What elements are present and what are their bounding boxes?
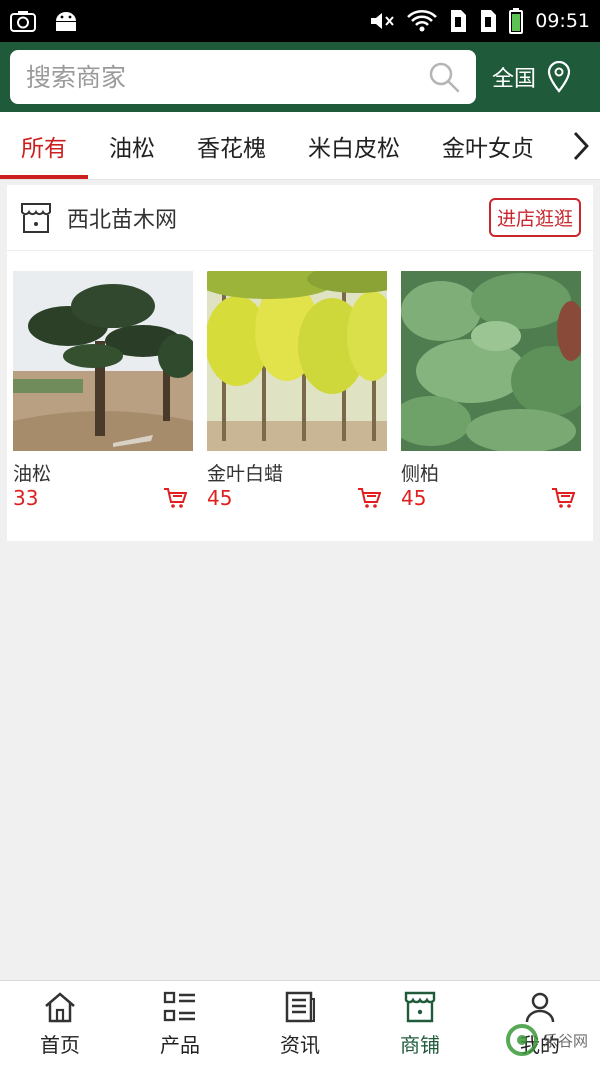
sim1-icon <box>451 10 467 32</box>
shop-card: 西北苗木网 进店逛逛 油松 33 金叶白蜡 45 侧柏 45 <box>7 185 593 541</box>
wifi-icon <box>407 10 438 32</box>
header: 全国 <box>0 42 600 112</box>
tab-golden-privet[interactable]: 金叶女贞 <box>421 112 555 179</box>
store-icon <box>21 202 51 233</box>
shop-name: 西北苗木网 <box>67 207 178 233</box>
nav-products-label: 产品 <box>160 1032 200 1057</box>
nav-shops[interactable]: 商铺 <box>360 981 480 1067</box>
battery-icon <box>509 8 524 34</box>
product-price: 33 <box>13 486 39 510</box>
enter-shop-button[interactable]: 进店逛逛 <box>488 198 581 237</box>
nav-news-label: 资讯 <box>280 1032 320 1057</box>
search-icon[interactable] <box>428 61 460 93</box>
sim2-icon <box>481 10 497 32</box>
user-icon[interactable] <box>524 991 556 1023</box>
nav-shops-label: 商铺 <box>400 1032 440 1057</box>
tab-white-bark-pine[interactable]: 米白皮松 <box>287 112 421 179</box>
watermark-logo-icon <box>505 1024 538 1056</box>
cart-icon[interactable] <box>357 487 381 509</box>
tab-fragrant-locust[interactable]: 香花槐 <box>176 112 287 179</box>
pine-tree-photo[interactable] <box>13 271 193 451</box>
region-label: 全国 <box>492 67 537 92</box>
product-item[interactable]: 油松 33 <box>13 271 193 510</box>
product-price: 45 <box>401 486 427 510</box>
nav-home[interactable]: 首页 <box>0 981 120 1067</box>
tab-all[interactable]: 所有 <box>0 112 88 179</box>
home-icon[interactable] <box>43 991 77 1023</box>
cart-icon[interactable] <box>163 487 187 509</box>
nav-news[interactable]: 资讯 <box>240 981 360 1067</box>
list-icon[interactable] <box>163 991 197 1023</box>
search-input[interactable] <box>26 62 428 92</box>
status-time: 09:51 <box>535 10 590 32</box>
region-selector[interactable]: 全国 <box>492 61 574 93</box>
category-tabs: 所有 油松 香花槐 米白皮松 金叶女贞 <box>0 112 600 180</box>
product-price: 45 <box>207 486 233 510</box>
golden-ash-trees-photo[interactable] <box>207 271 387 451</box>
watermark-text: 乐谷网 <box>542 1031 588 1050</box>
mute-icon <box>371 13 394 29</box>
location-icon <box>547 61 571 93</box>
tab-chinese-pine[interactable]: 油松 <box>88 112 176 179</box>
product-name: 侧柏 <box>401 463 440 485</box>
status-bar: 09:51 <box>0 0 600 42</box>
nav-home-label: 首页 <box>40 1032 80 1057</box>
search-box[interactable] <box>10 50 476 104</box>
product-item[interactable]: 金叶白蜡 45 <box>207 271 387 510</box>
shop-header: 西北苗木网 进店逛逛 <box>7 185 593 251</box>
nav-products[interactable]: 产品 <box>120 981 240 1067</box>
tabs-more[interactable] <box>560 112 600 179</box>
product-item[interactable]: 侧柏 45 <box>401 271 581 510</box>
product-list: 油松 33 金叶白蜡 45 侧柏 45 <box>7 251 593 510</box>
cart-icon[interactable] <box>551 487 575 509</box>
chevron-right-icon[interactable] <box>572 131 590 161</box>
android-icon <box>56 12 76 31</box>
shop-icon[interactable] <box>403 991 437 1023</box>
product-name: 金叶白蜡 <box>207 463 284 485</box>
news-icon[interactable] <box>284 991 316 1023</box>
watermark: 乐谷网 <box>505 1023 588 1057</box>
arborvitae-foliage-photo[interactable] <box>401 271 581 451</box>
product-name: 油松 <box>13 463 52 485</box>
screenshot-icon <box>10 11 36 32</box>
